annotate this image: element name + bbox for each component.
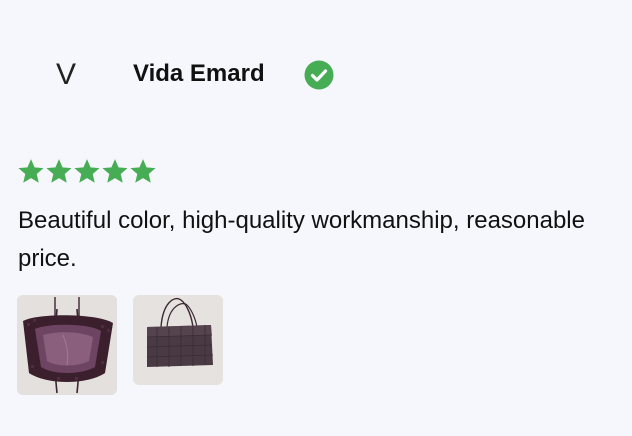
review-photo[interactable] xyxy=(17,295,117,395)
check-circle-icon xyxy=(304,60,334,90)
reviewer-name: Vida Emard xyxy=(133,60,265,87)
star-icon xyxy=(102,159,128,183)
star-rating xyxy=(17,157,157,185)
star-icon xyxy=(130,159,156,183)
review-card: V Vida Emard Beautiful color, high-quali… xyxy=(0,0,632,436)
review-photo[interactable] xyxy=(133,295,223,385)
star-icon xyxy=(74,159,100,183)
review-photos xyxy=(17,295,223,395)
avatar: V xyxy=(55,58,76,91)
review-text: Beautiful color, high-quality workmanshi… xyxy=(18,207,585,272)
star-icon xyxy=(46,159,72,183)
review-header: V Vida Emard xyxy=(0,44,632,106)
star-icon xyxy=(18,159,44,183)
